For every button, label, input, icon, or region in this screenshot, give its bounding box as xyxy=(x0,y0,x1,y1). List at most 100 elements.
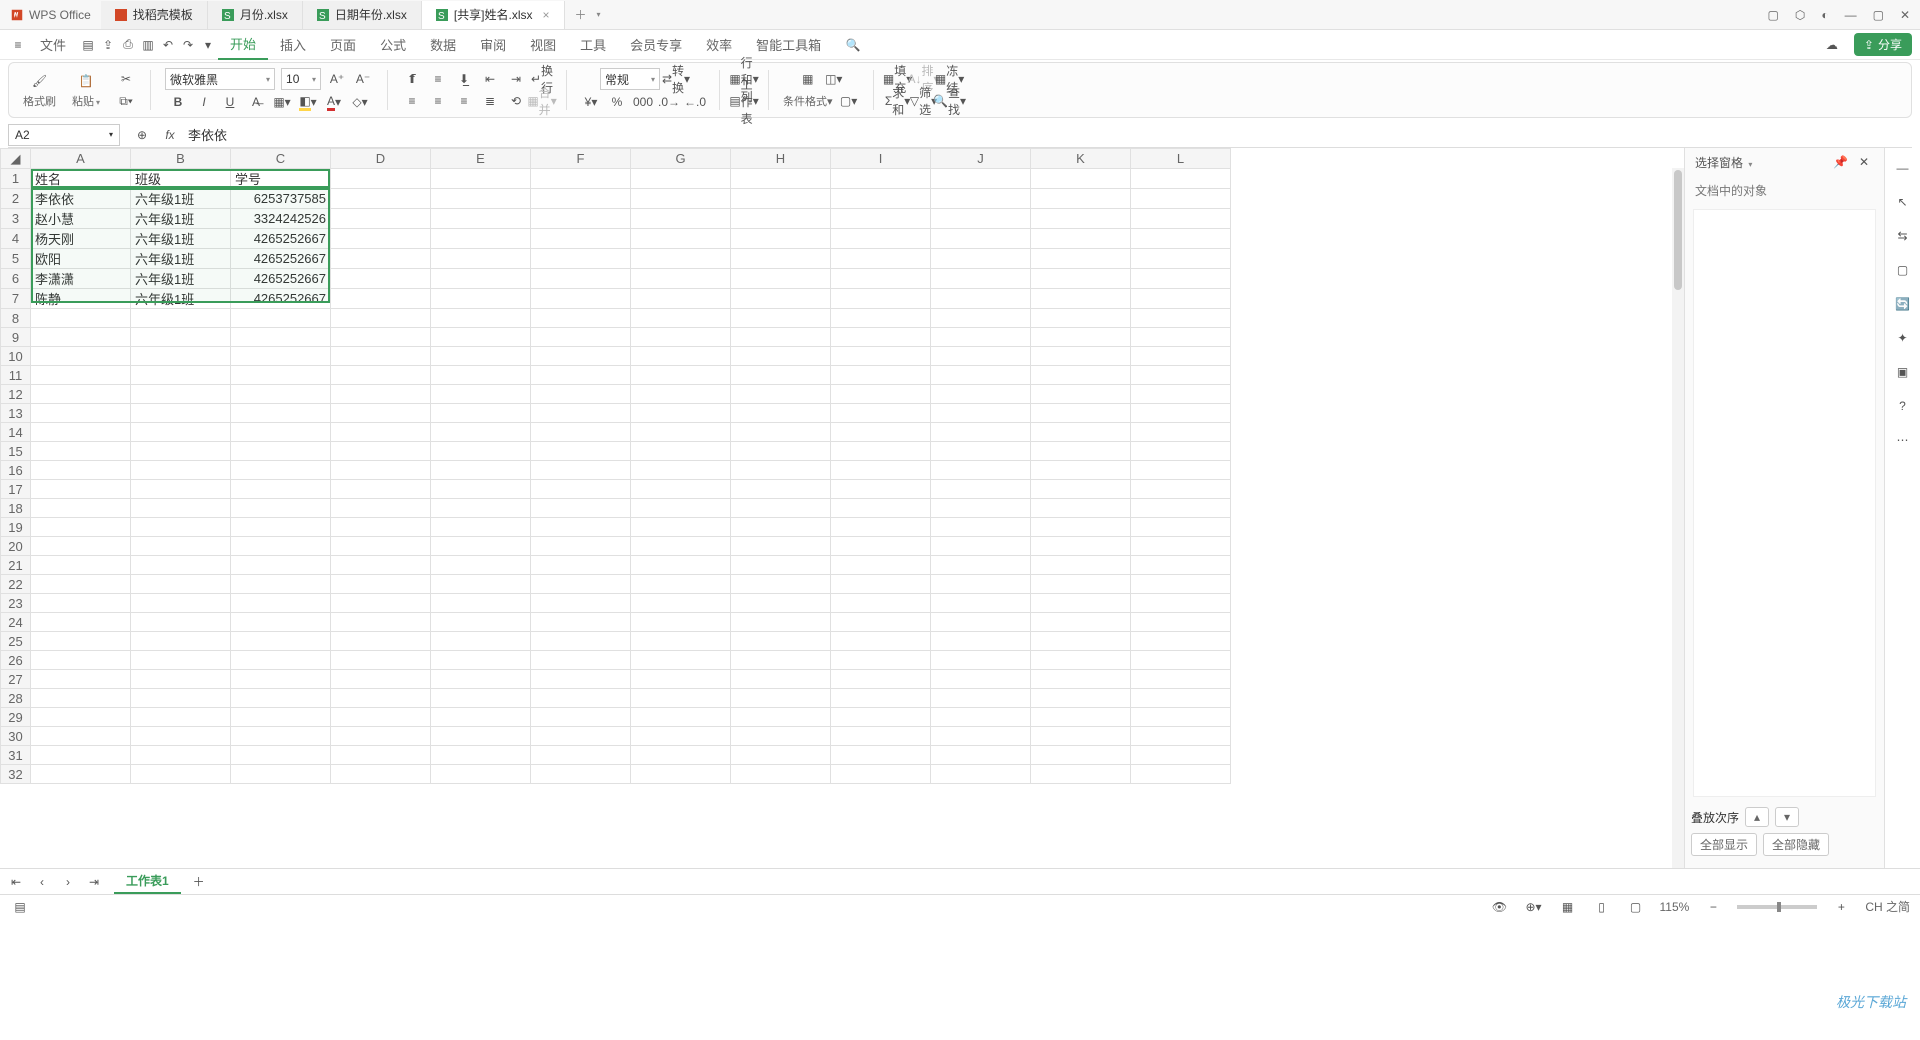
cell-A23[interactable] xyxy=(31,594,131,613)
cell-G20[interactable] xyxy=(631,537,731,556)
cell-D11[interactable] xyxy=(331,366,431,385)
row-header-22[interactable]: 22 xyxy=(1,575,31,594)
cell-D30[interactable] xyxy=(331,727,431,746)
cell-G19[interactable] xyxy=(631,518,731,537)
cell-H15[interactable] xyxy=(731,442,831,461)
cell-L1[interactable] xyxy=(1131,169,1231,189)
cell-K23[interactable] xyxy=(1031,594,1131,613)
cell-E23[interactable] xyxy=(431,594,531,613)
cell-A28[interactable] xyxy=(31,689,131,708)
sheet-tab-1[interactable]: 工作表1 xyxy=(114,869,181,894)
cell-G13[interactable] xyxy=(631,404,731,423)
cell-D18[interactable] xyxy=(331,499,431,518)
cell-G29[interactable] xyxy=(631,708,731,727)
cell-L24[interactable] xyxy=(1131,613,1231,632)
cell-K3[interactable] xyxy=(1031,209,1131,229)
cell-A31[interactable] xyxy=(31,746,131,765)
cell-L11[interactable] xyxy=(1131,366,1231,385)
italic-button[interactable]: I xyxy=(194,92,214,112)
zoom-value[interactable]: 115% xyxy=(1660,900,1690,914)
cell-L14[interactable] xyxy=(1131,423,1231,442)
cell-E22[interactable] xyxy=(431,575,531,594)
cell-L22[interactable] xyxy=(1131,575,1231,594)
cell-A32[interactable] xyxy=(31,765,131,784)
view-break-icon[interactable]: ▢ xyxy=(1626,897,1646,917)
cell-I6[interactable] xyxy=(831,269,931,289)
cell-K20[interactable] xyxy=(1031,537,1131,556)
cell-K25[interactable] xyxy=(1031,632,1131,651)
cell-L2[interactable] xyxy=(1131,189,1231,209)
cell-H1[interactable] xyxy=(731,169,831,189)
cell-A3[interactable]: 赵小慧 xyxy=(31,209,131,229)
cell-D26[interactable] xyxy=(331,651,431,670)
cell-I22[interactable] xyxy=(831,575,931,594)
cell-A22[interactable] xyxy=(31,575,131,594)
ribbon-review[interactable]: 审阅 xyxy=(468,30,518,60)
cell-H32[interactable] xyxy=(731,765,831,784)
cell-E17[interactable] xyxy=(431,480,531,499)
cell-G24[interactable] xyxy=(631,613,731,632)
new-tab-button[interactable]: ＋ xyxy=(565,6,597,23)
cell-F7[interactable] xyxy=(531,289,631,309)
cell-E11[interactable] xyxy=(431,366,531,385)
cell-J4[interactable] xyxy=(931,229,1031,249)
cell-D3[interactable] xyxy=(331,209,431,229)
cell-I28[interactable] xyxy=(831,689,931,708)
zoom-slider[interactable] xyxy=(1737,905,1817,909)
cut-icon[interactable]: ✂ xyxy=(116,69,136,89)
cell-K15[interactable] xyxy=(1031,442,1131,461)
cell-H19[interactable] xyxy=(731,518,831,537)
cell-J25[interactable] xyxy=(931,632,1031,651)
cell-B14[interactable] xyxy=(131,423,231,442)
cell-G1[interactable] xyxy=(631,169,731,189)
cell-K28[interactable] xyxy=(1031,689,1131,708)
cell-A17[interactable] xyxy=(31,480,131,499)
collapse-rail-icon[interactable]: — xyxy=(1893,158,1913,178)
cell-E26[interactable] xyxy=(431,651,531,670)
cell-E19[interactable] xyxy=(431,518,531,537)
align-bottom-icon[interactable]: ⬇̲ xyxy=(454,69,474,89)
fx-icon[interactable]: fx xyxy=(160,125,180,145)
close-button[interactable]: ✕ xyxy=(1900,8,1910,22)
cell-D6[interactable] xyxy=(331,269,431,289)
cell-J23[interactable] xyxy=(931,594,1031,613)
format-brush-icon[interactable]: 🖌 xyxy=(30,71,50,91)
cell-F32[interactable] xyxy=(531,765,631,784)
cell-I4[interactable] xyxy=(831,229,931,249)
cell-L29[interactable] xyxy=(1131,708,1231,727)
cell-B26[interactable] xyxy=(131,651,231,670)
cell-C18[interactable] xyxy=(231,499,331,518)
row-header-8[interactable]: 8 xyxy=(1,309,31,328)
rail-icon-4[interactable]: ✦ xyxy=(1893,328,1913,348)
cell-L21[interactable] xyxy=(1131,556,1231,575)
cell-J20[interactable] xyxy=(931,537,1031,556)
cell-C7[interactable]: 4265252667 xyxy=(231,289,331,309)
hamburger-icon[interactable]: ≡ xyxy=(8,35,28,55)
cell-J29[interactable] xyxy=(931,708,1031,727)
cell-B7[interactable]: 六年级1班 xyxy=(131,289,231,309)
row-header-28[interactable]: 28 xyxy=(1,689,31,708)
cell-K26[interactable] xyxy=(1031,651,1131,670)
rail-icon-1[interactable]: ⇆ xyxy=(1893,226,1913,246)
cell-D10[interactable] xyxy=(331,347,431,366)
cell-J11[interactable] xyxy=(931,366,1031,385)
cloud-icon[interactable]: ☁ xyxy=(1822,35,1842,55)
row-header-27[interactable]: 27 xyxy=(1,670,31,689)
cell-D9[interactable] xyxy=(331,328,431,347)
cell-J28[interactable] xyxy=(931,689,1031,708)
chevron-down-icon[interactable]: ▾ xyxy=(109,130,113,139)
cell-B16[interactable] xyxy=(131,461,231,480)
cell-I5[interactable] xyxy=(831,249,931,269)
cell-B31[interactable] xyxy=(131,746,231,765)
cell-I19[interactable] xyxy=(831,518,931,537)
cell-G31[interactable] xyxy=(631,746,731,765)
cell-H7[interactable] xyxy=(731,289,831,309)
cell-J19[interactable] xyxy=(931,518,1031,537)
clear-format-button[interactable]: ◇▾ xyxy=(350,92,370,112)
cell-A15[interactable] xyxy=(31,442,131,461)
cell-E30[interactable] xyxy=(431,727,531,746)
redo-icon[interactable]: ↷ xyxy=(178,35,198,55)
cell-F11[interactable] xyxy=(531,366,631,385)
cell-D20[interactable] xyxy=(331,537,431,556)
cell-K6[interactable] xyxy=(1031,269,1131,289)
